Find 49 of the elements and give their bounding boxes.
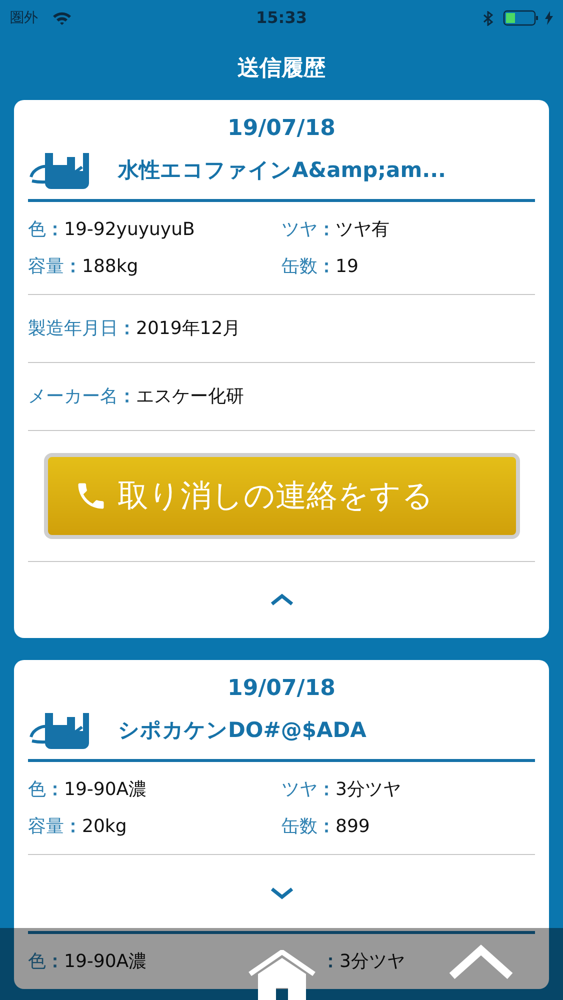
- field-value: 19-92yuyuyuB: [64, 218, 195, 242]
- field-label: 容量: [28, 255, 64, 279]
- field-value: 188kg: [82, 255, 138, 279]
- field-label: ツヤ: [282, 778, 318, 802]
- charging-icon: [545, 11, 553, 25]
- field-label: 缶数: [282, 255, 318, 279]
- field-value: 2019年12月: [136, 317, 241, 341]
- date-text: 19/07/18: [228, 116, 336, 141]
- scroll-top-chevron-icon[interactable]: [448, 944, 514, 980]
- carrier-text: 圏外: [10, 8, 38, 28]
- separator-colon: ：: [46, 778, 64, 802]
- separator-colon: ：: [322, 950, 340, 974]
- field-label: メーカー名: [28, 385, 118, 409]
- battery-icon: [503, 10, 539, 26]
- field-label: 色: [28, 218, 46, 242]
- separator-colon: ：: [318, 218, 336, 242]
- date-text: 19/07/18: [228, 676, 336, 701]
- separator-colon: ：: [318, 255, 336, 279]
- field-label: 缶数: [282, 815, 318, 839]
- field-label: 色: [28, 950, 46, 974]
- separator-colon: ：: [64, 255, 82, 279]
- field-value: 20kg: [82, 815, 127, 839]
- field-label: 色: [28, 778, 46, 802]
- separator-colon: ：: [318, 815, 336, 839]
- separator-colon: ：: [318, 778, 336, 802]
- wifi-icon: [52, 11, 72, 25]
- field-label: 製造年月日: [28, 317, 118, 341]
- separator-colon: ：: [118, 317, 136, 341]
- field-label: 容量: [28, 815, 64, 839]
- cancel-contact-button[interactable]: 取り消しの連絡をする: [44, 453, 520, 539]
- clock-text: 15:33: [256, 7, 307, 29]
- field-label: ツヤ: [282, 218, 318, 242]
- bluetooth-icon: [483, 10, 493, 26]
- page-title: 送信履歴: [238, 54, 326, 82]
- separator-colon: ：: [118, 385, 136, 409]
- product-name: 水性エコファインA&amp;am...: [118, 157, 446, 184]
- field-value: 19-90A濃: [64, 778, 147, 802]
- separator-colon: ：: [46, 218, 64, 242]
- field-value: 3分ツヤ: [340, 950, 405, 974]
- separator-colon: ：: [46, 950, 64, 974]
- home-icon[interactable]: [246, 950, 318, 1000]
- field-value: 899: [336, 815, 370, 839]
- field-value: 3分ツヤ: [336, 778, 401, 802]
- field-value: 19: [336, 255, 358, 279]
- separator-colon: ：: [64, 815, 82, 839]
- field-value: 19-90A濃: [64, 950, 147, 974]
- product-name: シポカケンDO#@$ADA: [118, 717, 366, 744]
- field-value: ツヤ有: [336, 218, 390, 242]
- field-value: エスケー化研: [136, 385, 244, 409]
